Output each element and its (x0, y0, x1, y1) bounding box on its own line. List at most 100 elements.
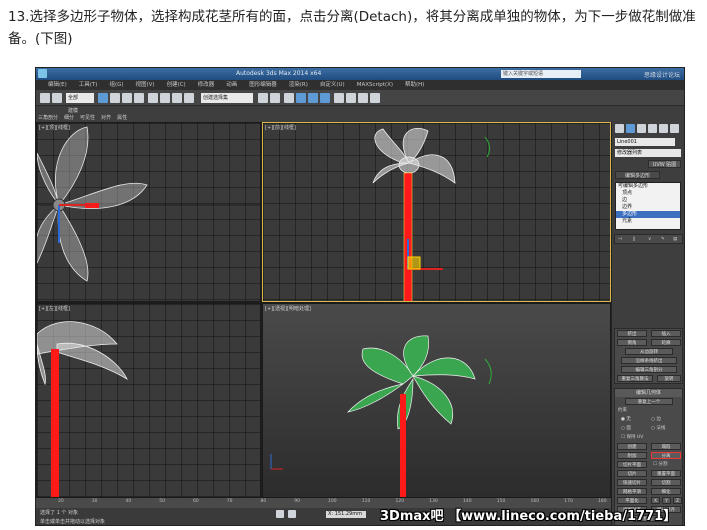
constraint-edge-radio[interactable]: ○ 边 (651, 416, 661, 423)
percent-snap-icon[interactable] (172, 93, 182, 103)
ribbon-item[interactable]: 对齐 (101, 115, 111, 121)
configure-sets-icon[interactable]: ▤ (673, 236, 677, 243)
display-tab-icon[interactable] (659, 124, 668, 133)
max-logo-icon[interactable] (38, 69, 47, 78)
search-input[interactable]: 键入关键字或短语 (501, 70, 581, 78)
schematic-view-icon[interactable] (308, 93, 318, 103)
menu-item[interactable]: MAXScript(X) (357, 80, 393, 90)
planarize-button[interactable]: 平面化 (617, 497, 647, 504)
hinge-from-edge-button[interactable]: 从边旋转 (625, 348, 673, 355)
layer-icon[interactable] (284, 93, 294, 103)
turn-button[interactable]: 旋转 (657, 375, 681, 382)
meshsmooth-button[interactable]: 网格平滑 (617, 488, 647, 495)
planarize-y-button[interactable]: Y (662, 497, 671, 504)
ribbon-item[interactable]: 三角剖分 (38, 115, 58, 121)
menu-item[interactable]: 修改器 (198, 80, 215, 90)
redo-icon[interactable] (52, 93, 62, 103)
split-checkbox[interactable]: ☐ 分割 (653, 461, 667, 468)
ribbon-item[interactable]: 细分 (64, 115, 74, 121)
outline-button[interactable]: 轮廓 (651, 339, 681, 346)
attach-button[interactable]: 附加 (617, 452, 647, 459)
retriangulate-button[interactable]: 重复三角算法 (617, 375, 653, 382)
uvw-map-button[interactable]: UVW 贴图 (648, 160, 681, 168)
constraint-none-radio[interactable]: ● 无 (621, 416, 631, 423)
stack-item[interactable]: 顶点 (616, 190, 680, 197)
hierarchy-tab-icon[interactable] (637, 124, 646, 133)
viewport-left[interactable]: [+][左][线框] (36, 303, 261, 498)
tessellate-button[interactable]: 细化 (651, 488, 681, 495)
menu-item[interactable]: 帮助(H) (405, 80, 424, 90)
stack-item[interactable]: 边界 (616, 204, 680, 211)
make-unique-icon[interactable]: ∨ (648, 236, 651, 243)
menu-item[interactable]: 渲染(R) (289, 80, 308, 90)
show-end-result-icon[interactable]: ∥ (633, 236, 635, 243)
menu-item[interactable]: 视图(V) (136, 80, 155, 90)
selection-filter-dropdown[interactable]: 全部 (66, 93, 94, 103)
mirror-icon[interactable] (258, 93, 268, 103)
modifier-stack[interactable]: 可编辑多边形 顶点边边界 多边形 元素 (615, 182, 681, 230)
spinner-snap-icon[interactable] (184, 93, 194, 103)
snap-icon[interactable] (148, 93, 158, 103)
quickslice-button[interactable]: 快速切片 (617, 479, 647, 486)
edit-triangulation-button[interactable]: 编辑三角剖分 (621, 366, 677, 373)
scale-icon[interactable] (134, 93, 144, 103)
undo-icon[interactable] (40, 93, 50, 103)
extrude-button[interactable]: 挤出 (617, 330, 647, 337)
stack-item[interactable]: 多边形 (616, 211, 680, 218)
menu-item[interactable]: 编辑(E) (48, 80, 67, 90)
edit-geometry-title[interactable]: 编辑几何体 (615, 389, 682, 397)
angle-snap-icon[interactable] (160, 93, 170, 103)
repeat-last-button[interactable]: 重复上一个 (625, 398, 673, 405)
absolute-mode-icon[interactable] (288, 510, 296, 518)
menu-item[interactable]: 动画 (226, 80, 237, 90)
modifier-list-dropdown[interactable]: 修改器列表 (615, 149, 681, 157)
menu-item[interactable]: 工具(T) (79, 80, 98, 90)
planarize-x-button[interactable]: X (651, 497, 660, 504)
preserve-uv-checkbox[interactable]: ☐ 保持 UV (621, 434, 643, 441)
rotate-icon[interactable] (122, 93, 132, 103)
object-name-field[interactable]: Line001 (615, 138, 675, 146)
inset-button[interactable]: 插入 (651, 330, 681, 337)
select-object-icon[interactable] (98, 93, 108, 103)
material-editor-icon[interactable] (320, 93, 330, 103)
curve-editor-icon[interactable] (296, 93, 306, 103)
remove-modifier-icon[interactable]: ✎ (661, 236, 665, 243)
ribbon-tab-modeling[interactable]: 建模 (68, 107, 78, 114)
pin-stack-icon[interactable]: ⊣ (618, 236, 622, 243)
viewport-perspective[interactable]: [+][透视][明暗处理] (262, 303, 611, 498)
stack-item[interactable]: 边 (616, 197, 680, 204)
menu-item[interactable]: 组(G) (109, 80, 123, 90)
render-icon[interactable] (358, 93, 368, 103)
reset-plane-button[interactable]: 重置平面 (651, 470, 681, 477)
motion-tab-icon[interactable] (648, 124, 657, 133)
ribbon-item[interactable]: 属性 (117, 115, 127, 121)
x-coordinate-field[interactable]: X: 151.29mm (326, 511, 366, 518)
cut-button[interactable]: 切割 (651, 479, 681, 486)
lock-selection-icon[interactable] (276, 510, 284, 518)
move-icon[interactable] (110, 93, 120, 103)
stack-item[interactable]: 元素 (616, 218, 680, 225)
teapot-icon[interactable] (370, 93, 380, 103)
detach-button[interactable]: 分离 (651, 452, 681, 459)
named-selection-dropdown[interactable]: 创建选择集 (201, 93, 253, 103)
viewport-front[interactable]: [+][前][线框] (262, 122, 611, 302)
slice-button[interactable]: 切片 (617, 470, 647, 477)
render-frame-icon[interactable] (346, 93, 356, 103)
ribbon-item[interactable]: 可见性 (80, 115, 95, 121)
constraint-normal-radio[interactable]: ○ 法线 (651, 425, 665, 432)
create-button[interactable]: 创建 (617, 443, 647, 450)
planarize-z-button[interactable]: Z (673, 497, 682, 504)
stack-item[interactable]: 可编辑多边形 (616, 183, 680, 190)
constraint-face-radio[interactable]: ○ 面 (621, 425, 631, 432)
render-setup-icon[interactable] (334, 93, 344, 103)
edit-poly-button[interactable]: 编辑多边形 (615, 171, 660, 179)
extrude-along-spline-button[interactable]: 沿样条线挤出 (621, 357, 677, 364)
menu-item[interactable]: 创建(C) (167, 80, 186, 90)
align-icon[interactable] (270, 93, 280, 103)
menu-item[interactable]: 图形编辑器 (249, 80, 277, 90)
slice-plane-button[interactable]: 切片平面 (617, 461, 647, 468)
viewport-top[interactable]: [+][顶][线框] (36, 122, 261, 302)
bevel-button[interactable]: 倒角 (617, 339, 647, 346)
collapse-button[interactable]: 塌陷 (651, 443, 681, 450)
utilities-tab-icon[interactable] (670, 124, 679, 133)
